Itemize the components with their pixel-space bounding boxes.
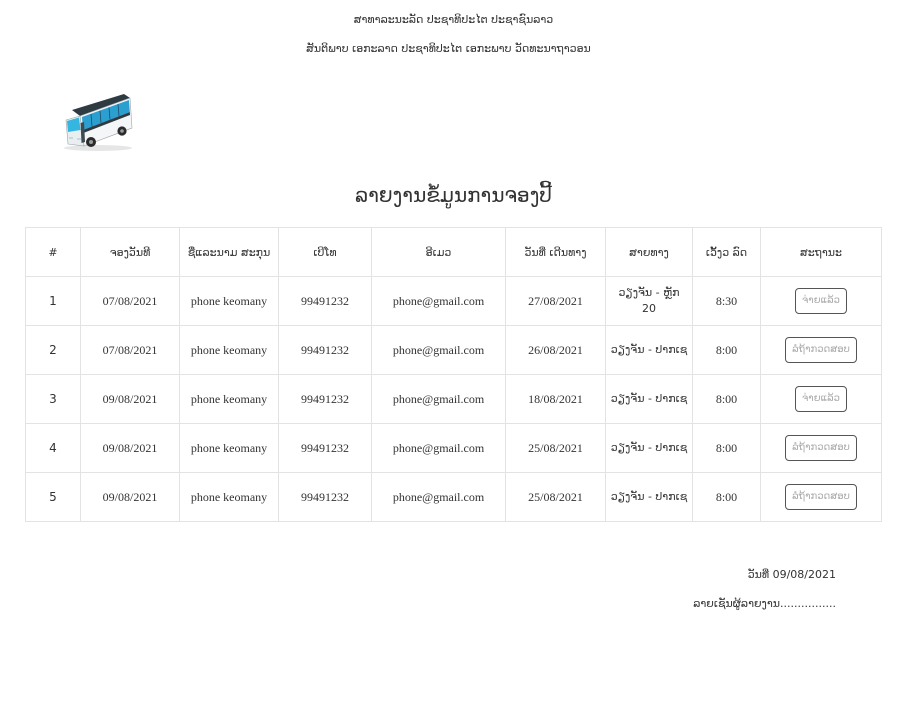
report-title: ລາຍງານຂໍ້ມູນການຈອງປີ້: [355, 183, 552, 207]
cell-name: phone keomany: [179, 374, 279, 424]
cell-departure-time: 8:30: [692, 276, 761, 326]
table-row: 2 07/08/2021 phone keomany 99491232 phon…: [25, 325, 882, 375]
cell-status: ຈ່າຍແລ້ວ: [760, 276, 882, 326]
report-date: ວັນທີ່ 09/08/2021: [747, 568, 836, 581]
cell-departure-time: 8:00: [692, 472, 761, 522]
cell-travel-date: 27/08/2021: [505, 276, 606, 326]
bus-icon: [58, 90, 138, 154]
cell-route: ວຽງຈັນ - ປາກເຊ: [605, 325, 693, 375]
cell-booking-date: 07/08/2021: [80, 325, 180, 375]
country-header: ສາທາລະນະລັດ ປະຊາທິປະໄຕ ປະຊາຊົນລາວ: [353, 13, 554, 26]
column-header-status: ສະຖານະ: [760, 227, 882, 277]
cell-travel-date: 25/08/2021: [505, 472, 606, 522]
cell-name: phone keomany: [179, 423, 279, 473]
cell-route: ວຽງຈັນ - ປາກເຊ: [605, 423, 693, 473]
cell-status: ລໍຖ້າກວດສອບ: [760, 472, 882, 522]
cell-index: 1: [25, 276, 81, 326]
table-row: 5 09/08/2021 phone keomany 99491232 phon…: [25, 472, 882, 522]
cell-travel-date: 18/08/2021: [505, 374, 606, 424]
reporter-signature-line: ລາຍເຊັນຜູ້ລາຍງານ................: [693, 597, 836, 610]
cell-email: phone@gmail.com: [371, 374, 506, 424]
table-row: 3 09/08/2021 phone keomany 99491232 phon…: [25, 374, 882, 424]
cell-booking-date: 09/08/2021: [80, 472, 180, 522]
cell-travel-date: 25/08/2021: [505, 423, 606, 473]
table-row: 1 07/08/2021 phone keomany 99491232 phon…: [25, 276, 882, 326]
cell-booking-date: 09/08/2021: [80, 374, 180, 424]
cell-index: 3: [25, 374, 81, 424]
column-header-route: ສາຍທາງ: [605, 227, 693, 277]
status-button[interactable]: ລໍຖ້າກວດສອບ: [785, 484, 857, 510]
cell-status: ລໍຖ້າກວດສອບ: [760, 423, 882, 473]
column-header-email: ອີເມວ: [371, 227, 506, 277]
cell-phone: 99491232: [278, 472, 372, 522]
cell-email: phone@gmail.com: [371, 325, 506, 375]
cell-name: phone keomany: [179, 276, 279, 326]
cell-travel-date: 26/08/2021: [505, 325, 606, 375]
cell-phone: 99491232: [278, 423, 372, 473]
table-header-row: # ຈອງວັນທີ ຊື່ແລະນາມ ສະກຸນ ເບີໂທ ອີເມວ ວ…: [25, 227, 882, 277]
cell-status: ລໍຖ້າກວດສອບ: [760, 325, 882, 375]
cell-departure-time: 8:00: [692, 374, 761, 424]
cell-email: phone@gmail.com: [371, 423, 506, 473]
cell-route: ວຽງຈັນ - ຫຼັກ 20: [605, 276, 693, 326]
cell-status: ຈ່າຍແລ້ວ: [760, 374, 882, 424]
cell-index: 4: [25, 423, 81, 473]
cell-email: phone@gmail.com: [371, 472, 506, 522]
cell-route: ວຽງຈັນ - ປາກເຊ: [605, 472, 693, 522]
column-header-phone: ເບີໂທ: [278, 227, 372, 277]
cell-phone: 99491232: [278, 276, 372, 326]
cell-booking-date: 09/08/2021: [80, 423, 180, 473]
cell-booking-date: 07/08/2021: [80, 276, 180, 326]
cell-departure-time: 8:00: [692, 423, 761, 473]
booking-table: # ຈອງວັນທີ ຊື່ແລະນາມ ສະກຸນ ເບີໂທ ອີເມວ ວ…: [25, 227, 882, 522]
cell-route: ວຽງຈັນ - ປາກເຊ: [605, 374, 693, 424]
column-header-departure-time: ເວັ້ງວ ລົດ: [692, 227, 761, 277]
status-button[interactable]: ລໍຖ້າກວດສອບ: [785, 337, 857, 363]
column-header-name: ຊື່ແລະນາມ ສະກຸນ: [179, 227, 279, 277]
cell-index: 5: [25, 472, 81, 522]
cell-name: phone keomany: [179, 472, 279, 522]
status-button[interactable]: ລໍຖ້າກວດສອບ: [785, 435, 857, 461]
status-button[interactable]: ຈ່າຍແລ້ວ: [795, 386, 847, 412]
column-header-index: #: [25, 227, 81, 277]
cell-email: phone@gmail.com: [371, 276, 506, 326]
cell-departure-time: 8:00: [692, 325, 761, 375]
column-header-booking-date: ຈອງວັນທີ: [80, 227, 180, 277]
country-motto: ສັນຕິພາບ ເອກະລາດ ປະຊາທິປະໄຕ ເອກະພາບ ວັດທ…: [306, 42, 591, 55]
column-header-travel-date: ວັນທີ່ ເດີນທາງ: [505, 227, 606, 277]
cell-index: 2: [25, 325, 81, 375]
cell-phone: 99491232: [278, 374, 372, 424]
cell-phone: 99491232: [278, 325, 372, 375]
cell-name: phone keomany: [179, 325, 279, 375]
table-row: 4 09/08/2021 phone keomany 99491232 phon…: [25, 423, 882, 473]
status-button[interactable]: ຈ່າຍແລ້ວ: [795, 288, 847, 314]
